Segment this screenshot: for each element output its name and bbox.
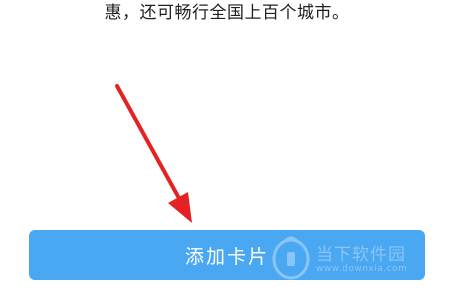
screen: 惠，还可畅行全国上百个城市。 添加卡片 当下软件园 www.downxia.co…: [0, 0, 454, 304]
arrow-shaft: [115, 84, 182, 202]
description-text: 惠，还可畅行全国上百个城市。: [104, 3, 350, 23]
arrow-head: [168, 192, 192, 223]
add-card-button[interactable]: 添加卡片: [29, 230, 425, 280]
